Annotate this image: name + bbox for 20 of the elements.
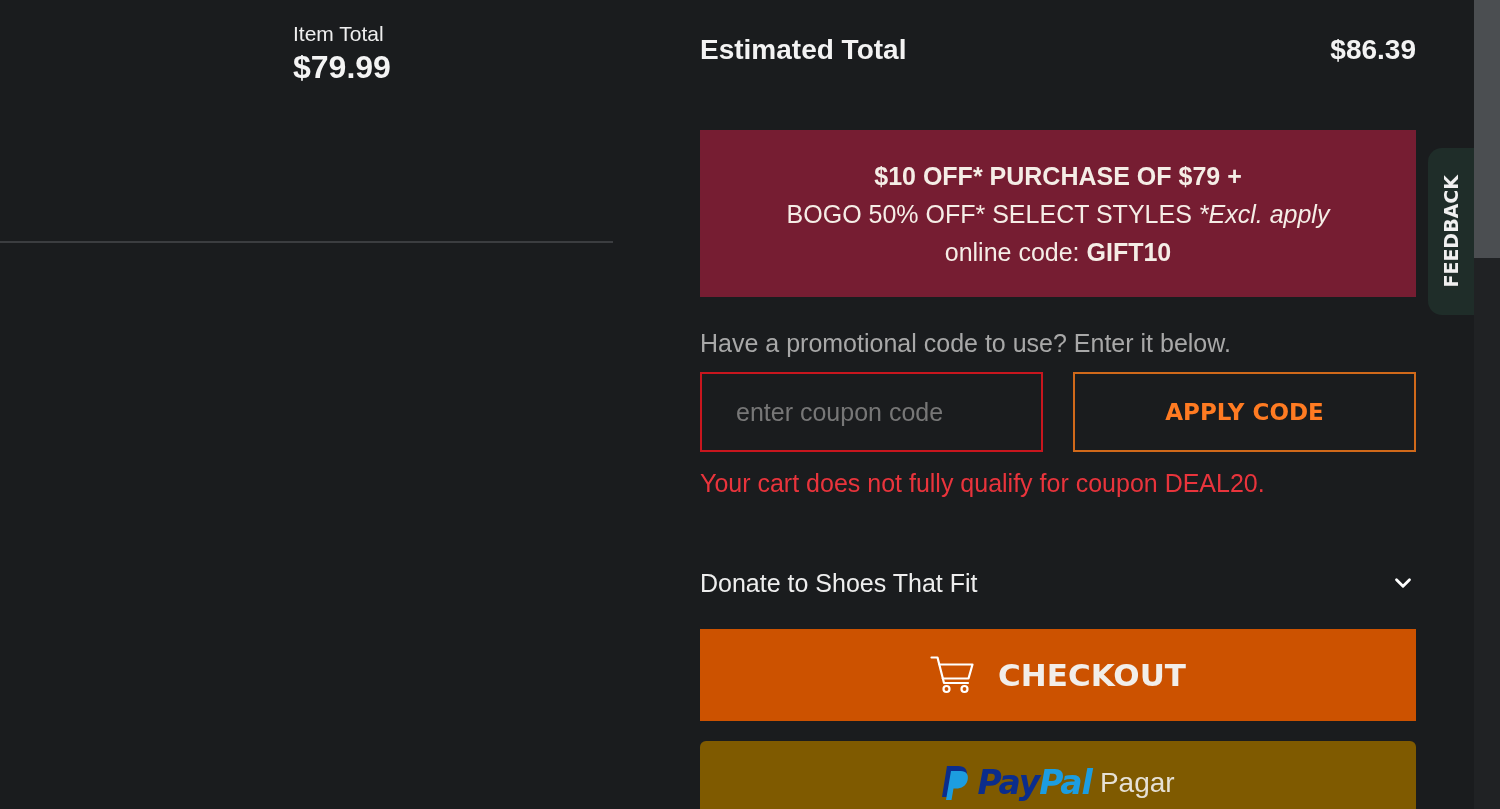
scrollbar-thumb[interactable] bbox=[1474, 0, 1500, 258]
donate-toggle[interactable]: Donate to Shoes That Fit bbox=[700, 567, 1416, 599]
item-total-price: $79.99 bbox=[293, 48, 391, 86]
checkout-button[interactable]: CHECKOUT bbox=[700, 629, 1416, 721]
promo-offer: BOGO 50% OFF* SELECT STYLES *Excl. apply bbox=[786, 198, 1330, 230]
apply-code-button[interactable]: APPLY CODE bbox=[1073, 372, 1416, 452]
cart-icon bbox=[930, 656, 975, 694]
feedback-tab[interactable]: FEEDBACK bbox=[1428, 148, 1474, 315]
paypal-pay-label: Pagar bbox=[1099, 766, 1175, 800]
paypal-wordmark: PayPal bbox=[977, 763, 1092, 803]
paypal-button[interactable]: PayPal Pagar bbox=[700, 741, 1416, 809]
promo-headline: $10 OFF* PURCHASE OF $79 + bbox=[874, 160, 1242, 192]
estimated-total-amount: $86.39 bbox=[1330, 33, 1416, 67]
item-total-label: Item Total bbox=[293, 21, 385, 47]
coupon-error-message: Your cart does not fully qualify for coupon DEAL20. bbox=[700, 468, 1265, 499]
coupon-code-field[interactable]: enter coupon code bbox=[700, 372, 1043, 452]
estimated-total-label: Estimated Total bbox=[700, 33, 907, 67]
promo-code-prompt: Have a promotional code to use? Enter it below. bbox=[700, 328, 1231, 359]
paypal-p-icon bbox=[941, 766, 970, 800]
promo-online-code: online code: GIFT10 bbox=[944, 236, 1172, 268]
